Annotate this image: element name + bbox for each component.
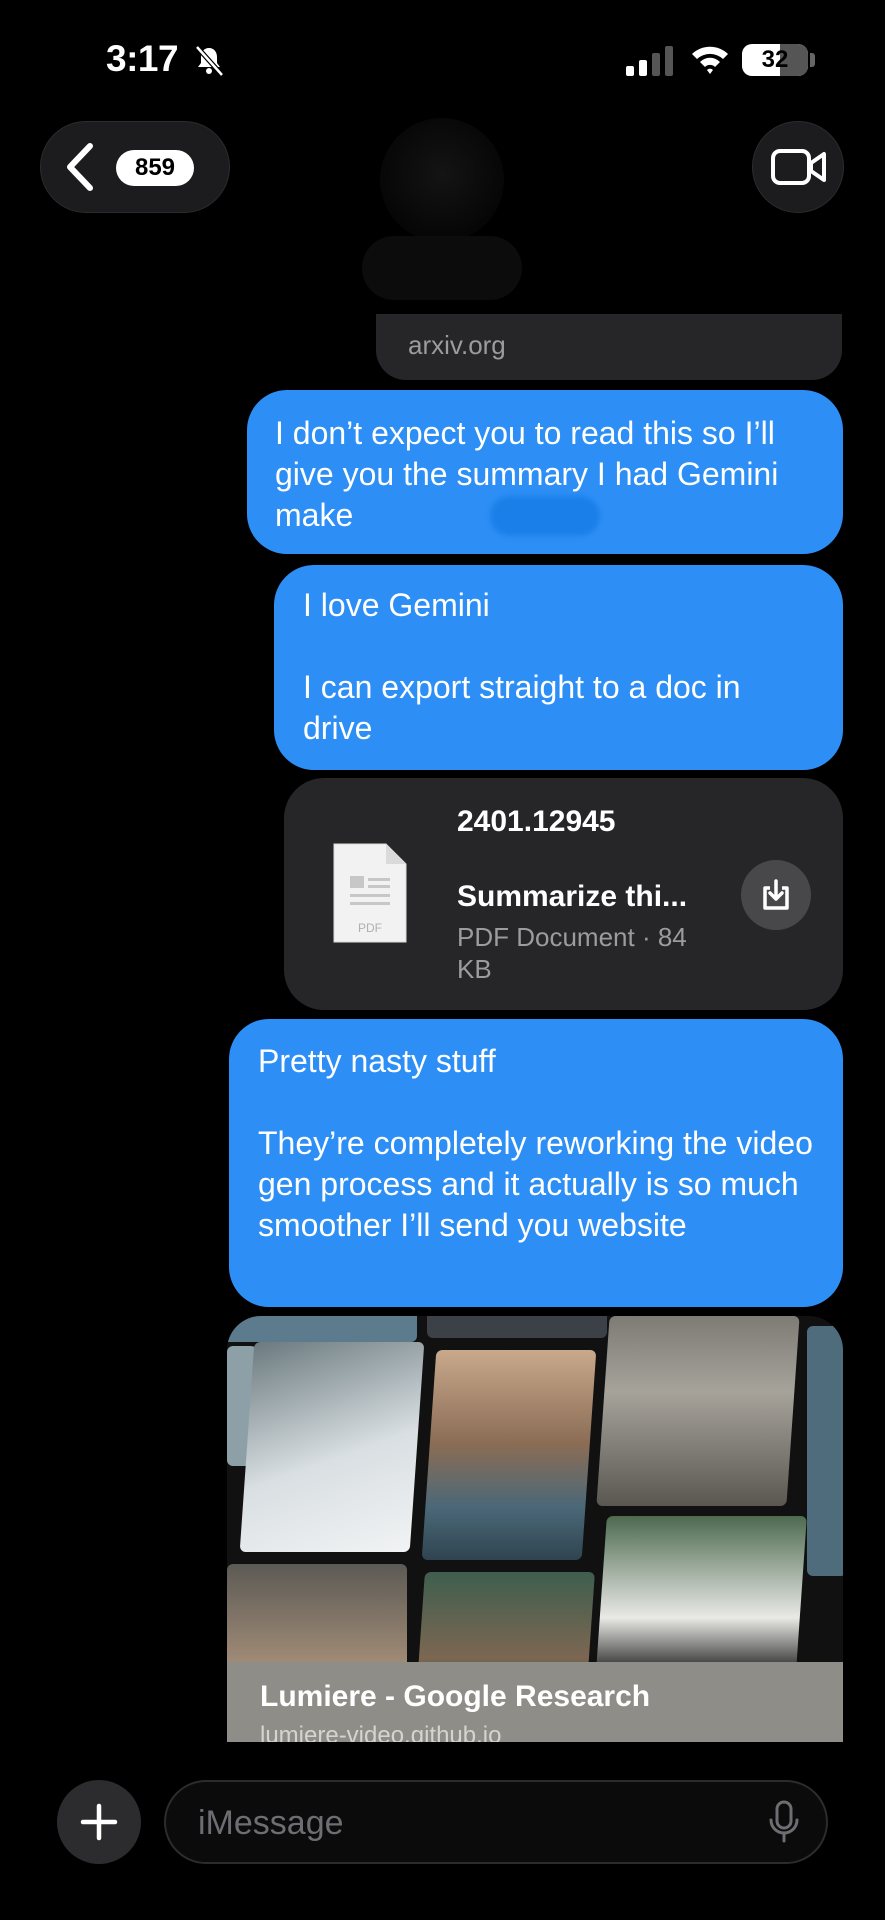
image-tile xyxy=(596,1316,800,1506)
pdf-document-icon: PDF xyxy=(333,843,407,943)
message-bubble[interactable]: I love Gemini I can export straight to a… xyxy=(274,565,843,770)
video-camera-icon[interactable] xyxy=(771,148,827,186)
link-preview-domain: lumiere-video.github.io xyxy=(260,1722,502,1742)
battery-icon: 32 xyxy=(742,44,808,76)
chevron-left-icon[interactable] xyxy=(64,142,96,192)
status-time: 3:17 xyxy=(106,38,179,79)
message-text: Pretty nasty stuff They’re completely re… xyxy=(258,1043,813,1243)
image-tile xyxy=(427,1316,607,1338)
message-input[interactable] xyxy=(196,1800,720,1846)
link-domain: arxiv.org xyxy=(408,330,506,360)
message-text: I love Gemini I can export straight to a… xyxy=(303,587,741,746)
battery-nub xyxy=(810,53,815,67)
battery-level: 32 xyxy=(761,46,789,73)
wifi-icon xyxy=(692,46,728,74)
image-tile xyxy=(807,1326,843,1576)
signal-icon xyxy=(626,46,673,76)
redacted-emoji xyxy=(490,496,600,536)
plus-icon[interactable] xyxy=(79,1802,119,1842)
link-preview-title: Lumiere - Google Research xyxy=(260,1680,651,1713)
message-bubble[interactable]: Pretty nasty stuff They’re completely re… xyxy=(229,1019,843,1307)
file-name: 2401.12945 xyxy=(457,805,616,838)
microphone-icon[interactable] xyxy=(767,1800,801,1844)
unread-count-badge: 859 xyxy=(116,150,194,186)
bell-slash-icon xyxy=(195,45,224,77)
contact-name-pill[interactable] xyxy=(362,236,522,300)
image-tile xyxy=(421,1350,597,1560)
image-tile xyxy=(239,1342,425,1552)
file-title: Summarize thi... xyxy=(457,880,688,913)
message-input-container[interactable] xyxy=(164,1780,828,1864)
link-preview-stub[interactable]: arxiv.org xyxy=(376,314,842,380)
download-icon[interactable] xyxy=(759,878,793,912)
image-tile xyxy=(227,1316,417,1342)
file-meta: PDF Document · 84 KB xyxy=(457,922,687,984)
pdf-label: PDF xyxy=(358,921,382,935)
contact-avatar[interactable] xyxy=(380,118,504,242)
